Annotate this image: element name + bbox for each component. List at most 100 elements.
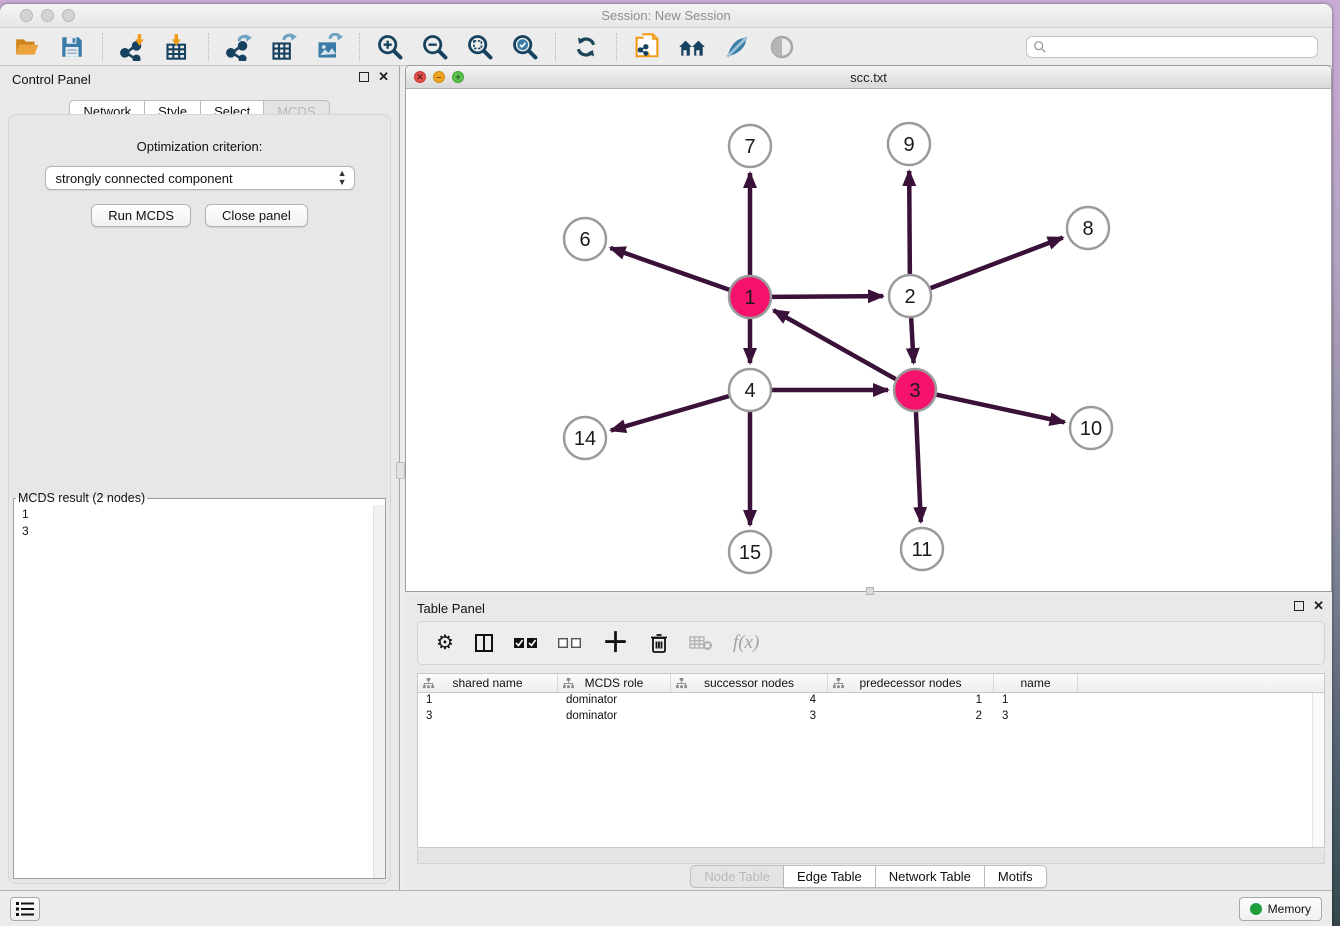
delete-table-button[interactable] bbox=[689, 635, 713, 651]
column-header-shared-name[interactable]: shared name bbox=[418, 674, 558, 692]
graph-node-label: 11 bbox=[912, 539, 933, 561]
zoom-in-button[interactable] bbox=[371, 31, 409, 63]
import-table-button[interactable] bbox=[159, 31, 197, 63]
tab-network-table[interactable]: Network Table bbox=[876, 865, 985, 888]
select-all-icon bbox=[514, 637, 538, 649]
table-settings-button[interactable]: ⚙ bbox=[436, 633, 454, 653]
criterion-value: strongly connected component bbox=[56, 171, 233, 186]
zoom-fit-button[interactable] bbox=[461, 31, 499, 63]
cell-name: 3 bbox=[994, 709, 1078, 725]
zoom-in-icon bbox=[376, 33, 404, 61]
column-header-successor-nodes[interactable]: successor nodes bbox=[671, 674, 828, 692]
table-header-row: shared name MCDS role successor nodes pr… bbox=[418, 674, 1324, 693]
float-panel-icon[interactable] bbox=[359, 72, 369, 82]
graph-edge-2-9[interactable] bbox=[909, 171, 910, 274]
close-panel-icon[interactable]: ✕ bbox=[1313, 601, 1324, 611]
graph-edge-2-3[interactable] bbox=[911, 318, 913, 363]
save-session-button[interactable] bbox=[53, 31, 91, 63]
column-header-predecessor-nodes[interactable]: predecessor nodes bbox=[828, 674, 994, 692]
refresh-layout-button[interactable] bbox=[567, 31, 605, 63]
graph-node-14[interactable]: 14 bbox=[564, 417, 606, 459]
criterion-dropdown[interactable]: strongly connected component ▲▼ bbox=[45, 166, 355, 190]
frame-resize-grip[interactable] bbox=[866, 587, 874, 595]
zoom-selected-icon bbox=[511, 33, 539, 61]
close-panel-icon[interactable]: ✕ bbox=[378, 72, 389, 82]
graph-node-3[interactable]: 3 bbox=[894, 369, 936, 411]
home-layout-button[interactable] bbox=[673, 31, 711, 63]
function-builder-button[interactable]: f(x) bbox=[733, 632, 759, 654]
mcds-result-text[interactable]: 1 3 bbox=[14, 505, 373, 878]
graph-edge-2-8[interactable] bbox=[931, 238, 1063, 289]
cell-successor-nodes: 3 bbox=[671, 709, 828, 725]
cell-predecessor-nodes: 1 bbox=[828, 693, 994, 709]
add-column-button[interactable]: ＋ bbox=[602, 633, 629, 653]
table-vertical-scrollbar[interactable] bbox=[1312, 693, 1324, 847]
cell-shared-name: 3 bbox=[418, 709, 558, 725]
export-network-button[interactable] bbox=[220, 31, 258, 63]
result-scrollbar[interactable] bbox=[373, 505, 385, 878]
dropdown-stepper-icon: ▲▼ bbox=[338, 169, 347, 187]
graph-edge-3-1[interactable] bbox=[774, 310, 896, 379]
task-history-button[interactable] bbox=[10, 897, 40, 921]
zoom-selected-button[interactable] bbox=[506, 31, 544, 63]
close-panel-button[interactable]: Close panel bbox=[205, 204, 308, 227]
toolbar-separator bbox=[555, 33, 556, 61]
memory-button[interactable]: Memory bbox=[1239, 897, 1322, 921]
split-panel-button[interactable] bbox=[474, 633, 494, 653]
select-all-button[interactable] bbox=[514, 637, 538, 649]
network-canvas[interactable]: 7 9 6 8 1 2 4 3 14 10 15 11 bbox=[406, 89, 1331, 591]
status-bar: Memory bbox=[0, 890, 1332, 926]
graph-node-label: 7 bbox=[744, 136, 755, 158]
delete-column-button[interactable] bbox=[649, 632, 669, 654]
run-mcds-button[interactable]: Run MCDS bbox=[91, 204, 191, 227]
graph-edge-1-2[interactable] bbox=[772, 296, 883, 297]
tab-edge-table[interactable]: Edge Table bbox=[784, 865, 876, 888]
tab-node-table[interactable]: Node Table bbox=[690, 865, 784, 888]
graph-node-label: 15 bbox=[739, 542, 761, 564]
graph-node-7[interactable]: 7 bbox=[729, 125, 771, 167]
table-horizontal-scrollbar[interactable] bbox=[417, 849, 1325, 864]
open-session-button[interactable] bbox=[8, 31, 46, 63]
control-panel-header: Control Panel ✕ bbox=[0, 66, 399, 92]
control-panel-title: Control Panel bbox=[12, 72, 91, 87]
mcds-tab-content: Optimization criterion: strongly connect… bbox=[8, 114, 391, 884]
graph-edge-3-11[interactable] bbox=[916, 412, 921, 522]
tab-motifs[interactable]: Motifs bbox=[985, 865, 1047, 888]
toolbar-separator bbox=[616, 33, 617, 61]
deselect-all-button[interactable] bbox=[558, 637, 582, 649]
graph-node-4[interactable]: 4 bbox=[729, 369, 771, 411]
graph-node-label: 2 bbox=[904, 286, 915, 308]
network-view-frame: ✕ – + scc.txt 7968124314101511 bbox=[405, 65, 1332, 592]
copy-network-button[interactable] bbox=[628, 31, 666, 63]
column-header-mcds-role[interactable]: MCDS role bbox=[558, 674, 671, 692]
float-panel-icon[interactable] bbox=[1294, 601, 1304, 611]
search-icon bbox=[1033, 40, 1047, 54]
graph-edge-1-6[interactable] bbox=[610, 248, 729, 290]
cell-mcds-role: dominator bbox=[558, 693, 671, 709]
panel-splitter-handle[interactable] bbox=[396, 462, 405, 479]
graph-node-8[interactable]: 8 bbox=[1067, 207, 1109, 249]
graph-node-10[interactable]: 10 bbox=[1070, 407, 1112, 449]
search-input[interactable] bbox=[1051, 38, 1317, 56]
column-header-name[interactable]: name bbox=[994, 674, 1078, 692]
graph-node-label: 9 bbox=[903, 134, 914, 156]
graph-node-label: 3 bbox=[909, 380, 920, 402]
graph-node-1[interactable]: 1 bbox=[729, 276, 771, 318]
export-table-button[interactable] bbox=[265, 31, 303, 63]
graph-node-6[interactable]: 6 bbox=[564, 218, 606, 260]
table-row[interactable]: 1 dominator 4 1 1 bbox=[418, 693, 1324, 709]
graph-node-9[interactable]: 9 bbox=[888, 123, 930, 165]
eye-button[interactable] bbox=[763, 31, 801, 63]
export-image-button[interactable] bbox=[310, 31, 348, 63]
graph-edge-4-14[interactable] bbox=[611, 396, 729, 430]
zoom-out-button[interactable] bbox=[416, 31, 454, 63]
import-network-button[interactable] bbox=[114, 31, 152, 63]
graph-node-15[interactable]: 15 bbox=[729, 531, 771, 573]
graph-node-2[interactable]: 2 bbox=[889, 275, 931, 317]
style-brush-button[interactable] bbox=[718, 31, 756, 63]
mcds-result-group: MCDS result (2 nodes) 1 3 bbox=[13, 491, 386, 879]
table-row[interactable]: 3 dominator 3 2 3 bbox=[418, 709, 1324, 725]
graph-edge-3-10[interactable] bbox=[937, 395, 1065, 423]
graph-node-11[interactable]: 11 bbox=[901, 528, 943, 570]
style-brush-disabled-icon bbox=[723, 34, 751, 60]
